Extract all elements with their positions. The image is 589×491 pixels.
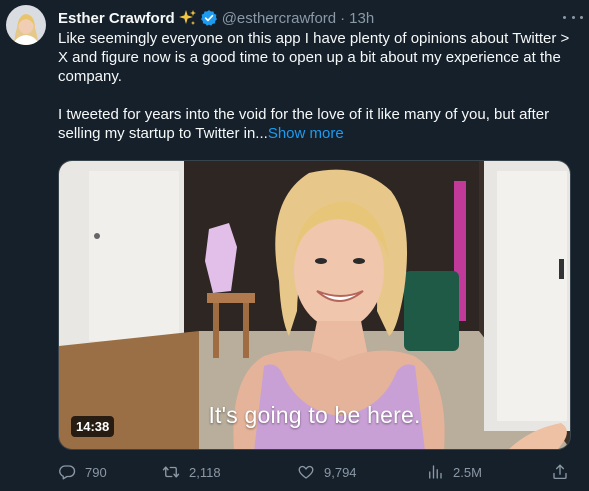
tweet-paragraph-1: Like seemingly everyone on this app I ha… (58, 30, 570, 85)
views-count: 2.5M (453, 464, 482, 480)
tweet-timestamp[interactable]: 13h (349, 10, 374, 27)
retweet-count: 2,118 (189, 464, 221, 480)
views-button[interactable]: 2.5M (426, 460, 482, 484)
reply-button[interactable]: 790 (58, 460, 107, 484)
tweet-paragraph-2: I tweeted for years into the void for th… (58, 105, 578, 143)
like-count: 9,794 (324, 464, 357, 480)
more-icon[interactable] (563, 9, 583, 25)
tweet-actions: 790 2,118 9,794 2.5M (58, 460, 573, 484)
views-icon (429, 465, 442, 479)
video-duration: 14:38 (71, 416, 115, 437)
avatar-image (6, 5, 46, 45)
avatar[interactable] (6, 5, 46, 45)
share-icon (553, 464, 567, 480)
like-button[interactable]: 9,794 (297, 460, 357, 484)
reply-count: 790 (85, 464, 107, 480)
retweet-icon (162, 466, 180, 478)
tweet[interactable]: Esther Crawford @esthercrawford · 13h Li… (0, 0, 589, 491)
user-handle[interactable]: @esthercrawford (222, 10, 336, 27)
video-player[interactable]: It's going to be here. 14:38 (58, 160, 571, 450)
header-separator: · (340, 9, 346, 27)
reply-icon (59, 465, 76, 480)
show-more-link[interactable]: Show more (268, 125, 344, 142)
display-name[interactable]: Esther Crawford (58, 10, 175, 27)
share-button[interactable] (551, 460, 569, 484)
tweet-header: Esther Crawford @esthercrawford · 13h (58, 7, 573, 29)
heart-icon (298, 465, 314, 479)
retweet-button[interactable]: 2,118 (162, 460, 221, 484)
video-caption: It's going to be here. (208, 402, 421, 428)
tweet-text: Like seemingly everyone on this app I ha… (58, 29, 578, 143)
verified-badge-icon[interactable] (200, 9, 218, 27)
sparkle-icon (178, 9, 197, 27)
